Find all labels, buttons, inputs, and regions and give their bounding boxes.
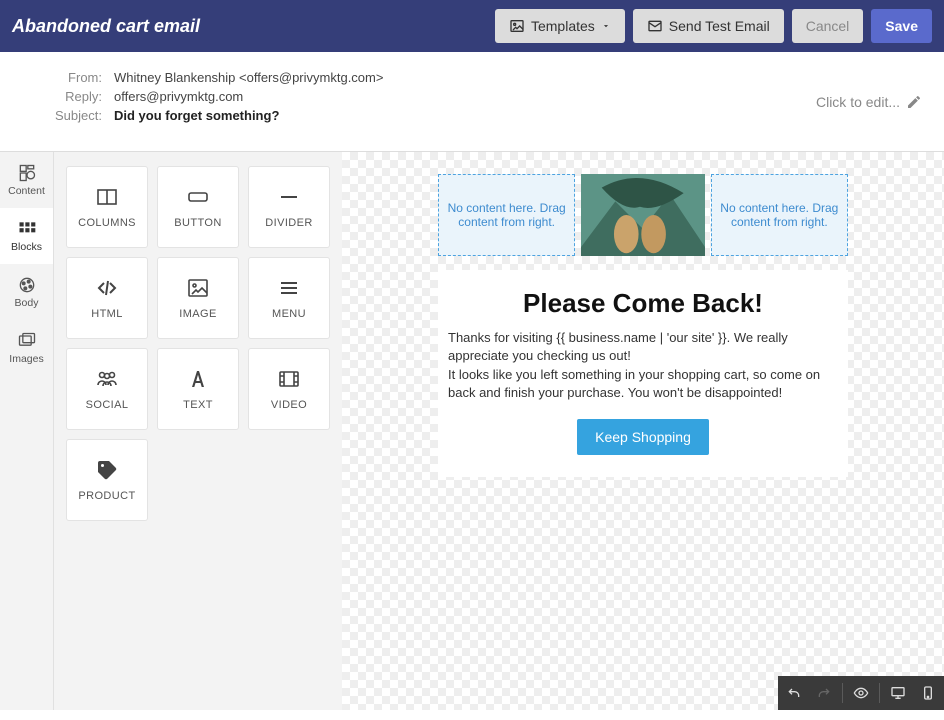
sidebar-tab-content[interactable]: Content: [0, 152, 53, 208]
block-columns[interactable]: COLUMNS: [66, 166, 148, 248]
image-slot[interactable]: [581, 174, 704, 256]
undo-button[interactable]: [780, 679, 808, 707]
sidebar-tab-label: Content: [8, 185, 45, 197]
placeholder-photo-icon: [581, 174, 704, 256]
sidebar-tab-label: Blocks: [11, 241, 42, 253]
sidebar-tab-body[interactable]: Body: [0, 264, 53, 320]
undo-icon: [786, 685, 802, 701]
image-icon: [184, 276, 212, 300]
chevron-down-icon: [601, 21, 611, 31]
click-to-edit-label: Click to edit...: [816, 94, 900, 110]
video-icon: [275, 367, 303, 391]
templates-label: Templates: [531, 18, 595, 34]
block-label: IMAGE: [179, 308, 216, 320]
subject-value[interactable]: Did you forget something?: [114, 108, 279, 123]
block-button[interactable]: BUTTON: [157, 166, 239, 248]
body-icon: [17, 275, 37, 295]
mobile-view-button[interactable]: [914, 679, 942, 707]
block-label: COLUMNS: [78, 217, 136, 229]
empty-column-slot[interactable]: No content here. Drag content from right…: [438, 174, 575, 256]
block-label: TEXT: [183, 399, 213, 411]
reply-label: Reply:: [22, 89, 114, 104]
mail-icon: [647, 18, 663, 34]
sidebar-tab-label: Body: [15, 297, 39, 309]
from-value[interactable]: Whitney Blankenship <offers@privymktg.co…: [114, 70, 383, 85]
block-html[interactable]: HTML: [66, 257, 148, 339]
email-paragraph[interactable]: Thanks for visiting {{ business.name | '…: [448, 329, 838, 364]
desktop-icon: [890, 685, 906, 701]
divider-icon: [275, 185, 303, 209]
email-canvas[interactable]: No content here. Drag content from right…: [342, 152, 944, 710]
empty-column-slot[interactable]: No content here. Drag content from right…: [711, 174, 848, 256]
sidebar-tab-blocks[interactable]: Blocks: [0, 208, 53, 264]
html-icon: [93, 276, 121, 300]
block-label: DIVIDER: [265, 217, 312, 229]
button-icon: [184, 185, 212, 209]
menu-icon: [275, 276, 303, 300]
block-label: VIDEO: [271, 399, 307, 411]
from-label: From:: [22, 70, 114, 85]
blocks-icon: [17, 219, 37, 239]
block-text[interactable]: TEXT: [157, 348, 239, 430]
images-icon: [17, 331, 37, 351]
send-test-label: Send Test Email: [669, 18, 770, 34]
reply-value[interactable]: offers@privymktg.com: [114, 89, 243, 104]
block-video[interactable]: VIDEO: [248, 348, 330, 430]
preview-button[interactable]: [847, 679, 875, 707]
product-icon: [93, 458, 121, 482]
redo-icon: [816, 685, 832, 701]
sidebar-tab-images[interactable]: Images: [0, 320, 53, 376]
block-divider[interactable]: DIVIDER: [248, 166, 330, 248]
block-menu[interactable]: MENU: [248, 257, 330, 339]
content-icon: [17, 163, 37, 183]
email-paragraph[interactable]: It looks like you left something in your…: [448, 366, 838, 401]
block-label: PRODUCT: [78, 490, 135, 502]
block-image[interactable]: IMAGE: [157, 257, 239, 339]
keep-shopping-button[interactable]: Keep Shopping: [577, 419, 709, 455]
email-heading[interactable]: Please Come Back!: [448, 288, 838, 319]
page-title: Abandoned cart email: [12, 16, 487, 37]
block-product[interactable]: PRODUCT: [66, 439, 148, 521]
eye-icon: [853, 685, 869, 701]
redo-button[interactable]: [810, 679, 838, 707]
block-label: BUTTON: [174, 217, 221, 229]
desktop-view-button[interactable]: [884, 679, 912, 707]
block-label: HTML: [91, 308, 123, 320]
subject-label: Subject:: [22, 108, 114, 123]
block-label: MENU: [272, 308, 306, 320]
pencil-icon: [906, 94, 922, 110]
image-icon: [509, 18, 525, 34]
cancel-button[interactable]: Cancel: [792, 9, 864, 43]
block-label: SOCIAL: [86, 399, 129, 411]
mobile-icon: [920, 685, 936, 701]
columns-icon: [93, 185, 121, 209]
click-to-edit-button[interactable]: Click to edit...: [816, 94, 922, 110]
save-button[interactable]: Save: [871, 9, 932, 43]
text-icon: [184, 367, 212, 391]
sidebar-tab-label: Images: [9, 353, 43, 365]
send-test-button[interactable]: Send Test Email: [633, 9, 784, 43]
templates-button[interactable]: Templates: [495, 9, 625, 43]
social-icon: [93, 367, 121, 391]
block-social[interactable]: SOCIAL: [66, 348, 148, 430]
